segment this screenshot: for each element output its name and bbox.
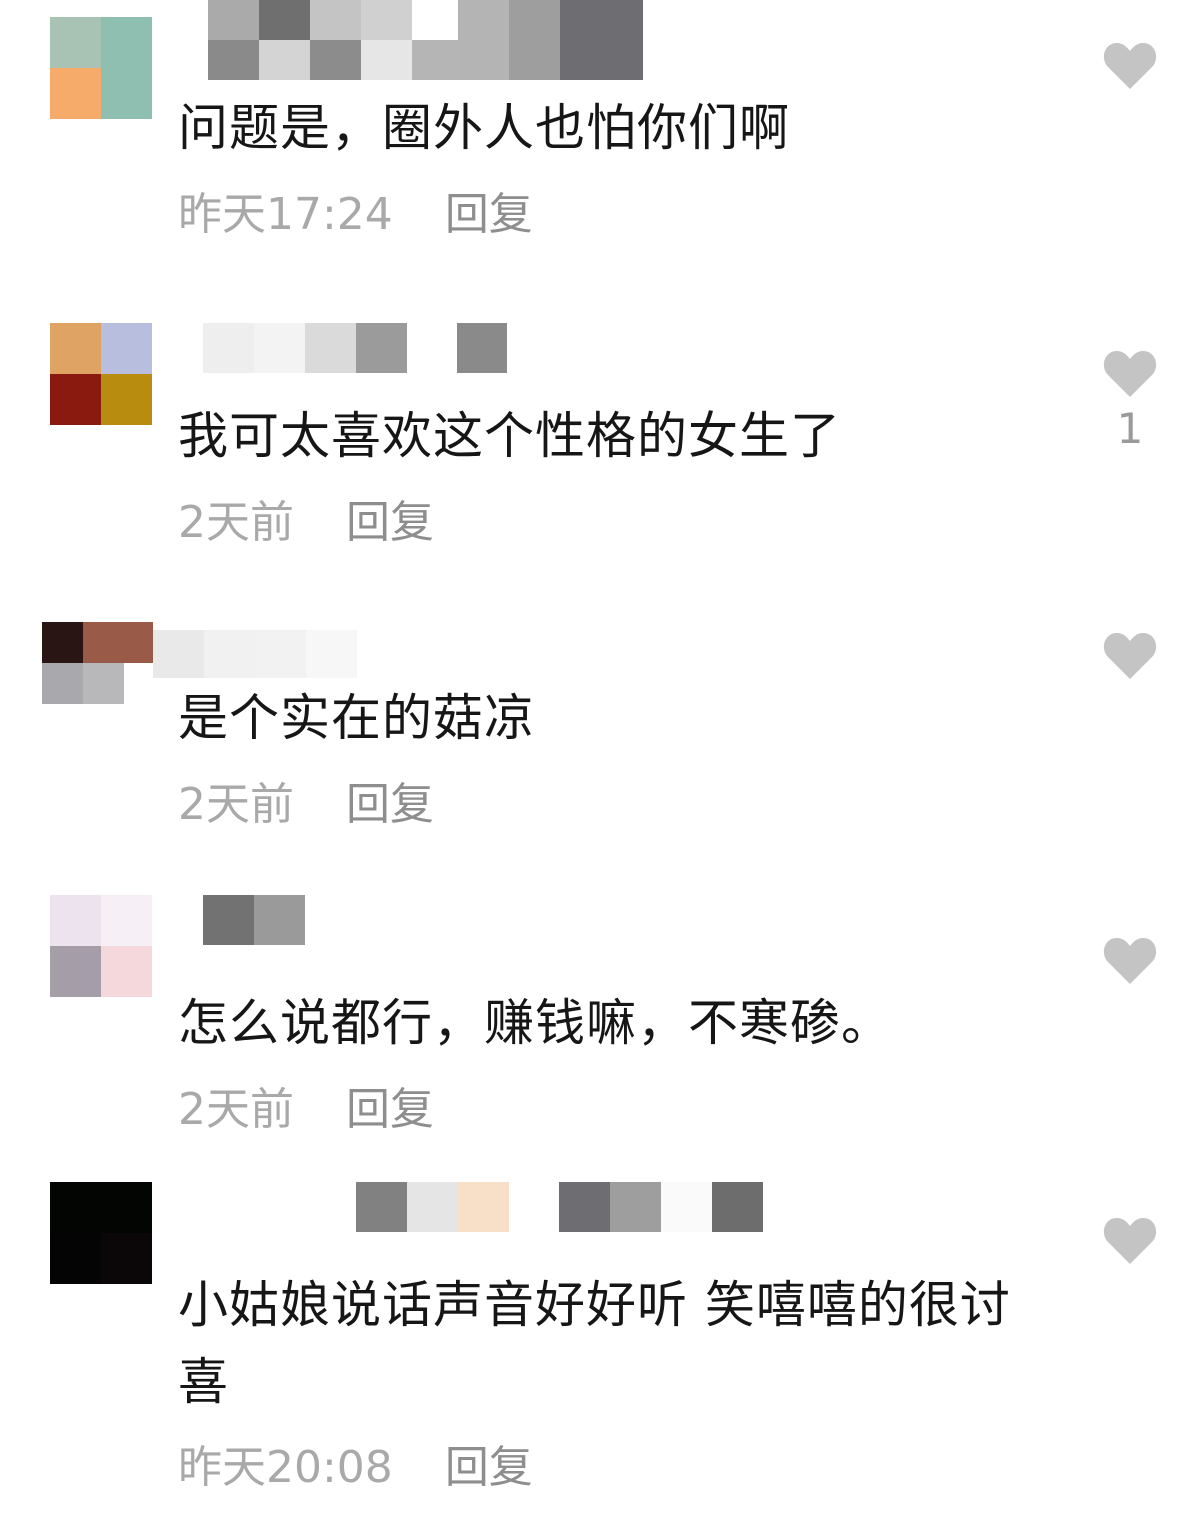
comment-meta: 昨天20:08 回复 bbox=[178, 1435, 533, 1493]
comment-meta: 2天前 回复 bbox=[178, 490, 434, 548]
comment-text: 小姑娘说话声音好好听 笑嘻嘻的很讨喜 bbox=[178, 1276, 1011, 1411]
heart-icon bbox=[1103, 351, 1157, 397]
comment-time: 昨天20:08 bbox=[178, 1442, 393, 1493]
comment-text: 是个实在的菇凉 bbox=[178, 689, 535, 747]
comment-text: 我可太喜欢这个性格的女生了 bbox=[178, 407, 841, 465]
avatar[interactable] bbox=[50, 17, 152, 119]
comment-time: 2天前 bbox=[178, 497, 294, 548]
username-pixelated[interactable] bbox=[458, 0, 643, 80]
avatar[interactable] bbox=[50, 1182, 152, 1284]
avatar[interactable] bbox=[50, 323, 152, 425]
comment-meta: 2天前 回复 bbox=[178, 772, 434, 830]
like-button[interactable] bbox=[1102, 1215, 1158, 1265]
comment-text: 问题是，圈外人也怕你们啊 bbox=[178, 99, 790, 157]
reply-button[interactable]: 回复 bbox=[346, 486, 434, 550]
avatar[interactable] bbox=[42, 622, 153, 704]
comment-text: 怎么说都行，赚钱嘛，不寒碜。 bbox=[178, 994, 892, 1052]
like-count: 1 bbox=[1116, 404, 1144, 453]
like-button[interactable] bbox=[1102, 630, 1158, 680]
username-pixelated[interactable] bbox=[208, 0, 412, 40]
like-button[interactable] bbox=[1102, 935, 1158, 985]
heart-icon bbox=[1103, 43, 1157, 89]
like-button[interactable] bbox=[1102, 40, 1158, 90]
heart-icon bbox=[1103, 633, 1157, 679]
avatar[interactable] bbox=[50, 895, 152, 997]
username-pixelated[interactable] bbox=[203, 895, 305, 945]
comment-time: 2天前 bbox=[178, 779, 294, 830]
reply-button[interactable]: 回复 bbox=[445, 1431, 533, 1495]
username-pixelated[interactable] bbox=[356, 1182, 763, 1232]
reply-button[interactable]: 回复 bbox=[445, 178, 533, 242]
heart-icon bbox=[1103, 938, 1157, 984]
username-pixelated[interactable] bbox=[153, 630, 357, 678]
reply-button[interactable]: 回复 bbox=[346, 768, 434, 832]
comment-meta: 昨天17:24 回复 bbox=[178, 182, 533, 240]
comment-time: 昨天17:24 bbox=[178, 189, 393, 240]
comment-time: 2天前 bbox=[178, 1084, 294, 1135]
comment-meta: 2天前 回复 bbox=[178, 1077, 434, 1135]
reply-button[interactable]: 回复 bbox=[346, 1073, 434, 1137]
username-pixelated[interactable] bbox=[203, 323, 507, 373]
heart-icon bbox=[1103, 1218, 1157, 1264]
like-button[interactable] bbox=[1102, 348, 1158, 398]
username-pixelated[interactable] bbox=[208, 40, 463, 80]
